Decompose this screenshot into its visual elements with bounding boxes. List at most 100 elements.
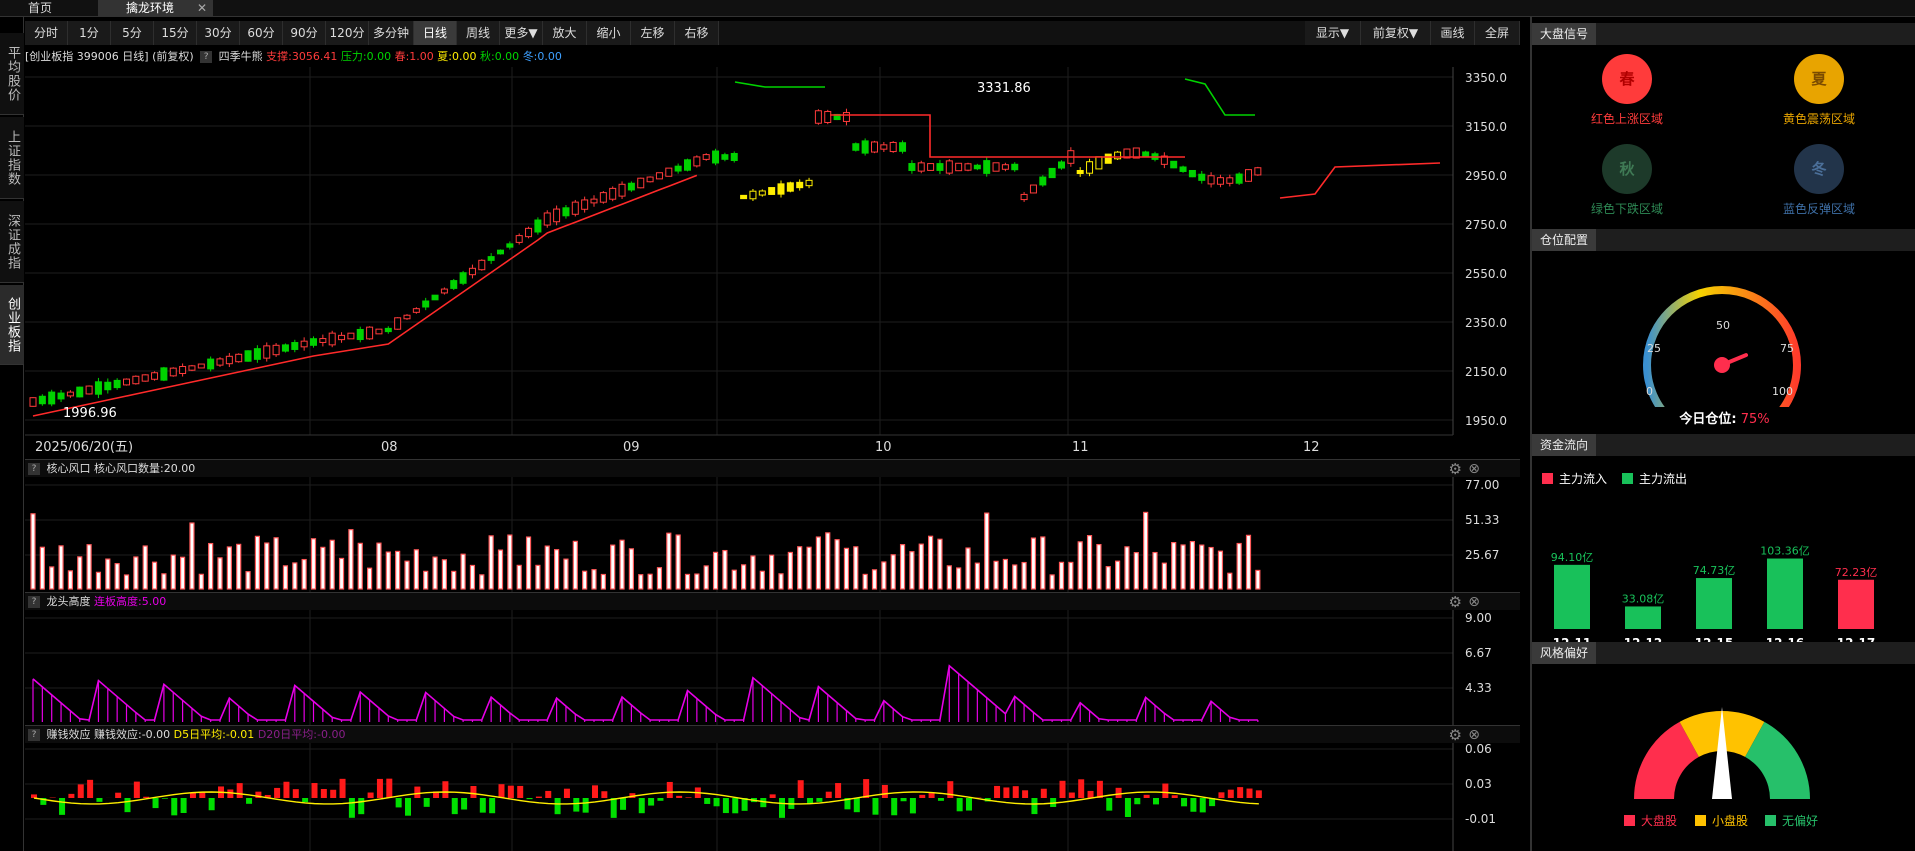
- autumn-value: 秋:0.00: [479, 50, 520, 63]
- wind-bar: [563, 558, 569, 590]
- draw-line-button[interactable]: 画线: [1431, 21, 1475, 45]
- legend-text: 无偏好: [1782, 814, 1819, 828]
- move-right-button[interactable]: 右移: [675, 21, 719, 45]
- wind-bar: [1040, 536, 1046, 590]
- gear-icon[interactable]: ⚙: [1449, 460, 1462, 478]
- candle: [805, 179, 813, 187]
- legend-swatch: [1695, 815, 1706, 826]
- wind-bar: [731, 569, 737, 590]
- period-button[interactable]: 30分: [197, 21, 240, 45]
- wind-bar: [507, 534, 513, 590]
- wind-bar: [151, 561, 158, 590]
- effect-bar: [937, 798, 944, 801]
- candle: [1076, 169, 1084, 175]
- gear-icon[interactable]: ⚙: [1449, 726, 1462, 744]
- wind-bar: [628, 548, 635, 590]
- nav-item-shenzhen[interactable]: 深证成指: [0, 201, 24, 283]
- candle: [38, 395, 46, 405]
- position-title: 仓位配置: [1532, 229, 1597, 251]
- period-button[interactable]: 5分: [111, 21, 154, 45]
- flow-value-label: 74.73亿: [1693, 564, 1736, 577]
- candle: [347, 332, 355, 340]
- period-button[interactable]: 90分: [283, 21, 326, 45]
- more-dropdown[interactable]: 更多▼: [500, 21, 543, 45]
- fullscreen-button[interactable]: 全屏: [1475, 21, 1520, 45]
- effect-bar: [545, 790, 552, 798]
- zoom-in-button[interactable]: 放大: [543, 21, 587, 45]
- tab-qinlong[interactable]: 擒龙环境 ✕: [98, 0, 213, 17]
- candle: [992, 162, 1000, 172]
- candle: [281, 344, 289, 352]
- effect-bar: [956, 798, 963, 812]
- effect-bar: [358, 798, 365, 815]
- period-button[interactable]: 1分: [68, 21, 111, 45]
- nav-item-shanghai[interactable]: 上证指数: [0, 117, 24, 199]
- candle: [459, 272, 467, 284]
- effect-bar: [517, 785, 524, 798]
- close-icon[interactable]: ⊗: [1468, 460, 1480, 478]
- candle: [712, 150, 720, 164]
- help-icon[interactable]: ?: [28, 596, 40, 608]
- wind-bar: [666, 532, 672, 590]
- effect-bar: [451, 798, 458, 815]
- candle: [927, 163, 935, 171]
- wind-bar: [1255, 569, 1261, 590]
- candle: [1086, 161, 1094, 174]
- effect-bar: [891, 798, 898, 816]
- y-tick: 1950.0: [1465, 414, 1507, 428]
- panel-header-core-wind: ? 核心风口 核心风口数量:20.00 ⚙ ⊗: [25, 459, 1520, 478]
- candle: [497, 249, 504, 255]
- period-button[interactable]: 多分钟: [369, 21, 414, 45]
- wind-bar: [273, 537, 279, 590]
- tab-home[interactable]: 首页: [0, 0, 88, 17]
- wind-bar: [1124, 546, 1130, 590]
- wind-bar: [1208, 546, 1214, 590]
- wind-bar: [553, 549, 560, 590]
- flow-bar: [1696, 578, 1732, 629]
- candlestick-chart[interactable]: 3350.0 3150.0 2950.0 2750.0 2550.0 2350.…: [25, 67, 1520, 457]
- candle: [66, 391, 74, 397]
- period-button[interactable]: 15分: [154, 21, 197, 45]
- nav-item-chinext[interactable]: 创业板指: [0, 285, 24, 365]
- nav-item-average-price[interactable]: 平均股价: [0, 33, 24, 115]
- support-line: [830, 114, 1185, 158]
- wind-bar: [385, 551, 391, 590]
- effect-bar: [171, 798, 178, 816]
- period-button[interactable]: 60分: [240, 21, 283, 45]
- wind-bar: [30, 513, 36, 590]
- period-button-daily[interactable]: 日线: [414, 21, 457, 45]
- candle: [338, 334, 346, 341]
- wind-bar: [161, 573, 167, 590]
- move-left-button[interactable]: 左移: [631, 21, 675, 45]
- candle: [861, 140, 869, 154]
- legend-no-preference: 无偏好: [1765, 812, 1818, 829]
- candle: [581, 199, 589, 210]
- wind-bar: [610, 544, 616, 590]
- close-icon[interactable]: ⊗: [1468, 726, 1480, 744]
- close-icon[interactable]: ✕: [197, 0, 207, 17]
- effect-bar: [1255, 790, 1262, 798]
- display-dropdown[interactable]: 显示▼: [1305, 21, 1361, 45]
- help-icon[interactable]: ?: [28, 463, 40, 475]
- candle: [188, 365, 196, 371]
- period-button[interactable]: 分时: [25, 21, 68, 45]
- period-button[interactable]: 120分: [326, 21, 369, 45]
- flow-value-label: 72.23亿: [1835, 566, 1878, 579]
- effect-bar: [797, 780, 804, 798]
- candle: [394, 317, 402, 330]
- adjust-dropdown[interactable]: 前复权▼: [1361, 21, 1431, 45]
- effect-bar: [563, 788, 570, 798]
- candle: [721, 154, 729, 160]
- candle: [1095, 156, 1103, 170]
- help-icon[interactable]: ?: [28, 729, 40, 741]
- zoom-out-button[interactable]: 缩小: [587, 21, 631, 45]
- candle: [197, 363, 205, 369]
- wind-bar: [226, 546, 232, 590]
- candle: [300, 340, 308, 348]
- help-icon[interactable]: ?: [200, 51, 213, 63]
- candle: [29, 397, 37, 407]
- close-icon[interactable]: ⊗: [1468, 593, 1480, 611]
- period-button[interactable]: 周线: [457, 21, 500, 45]
- gear-icon[interactable]: ⚙: [1449, 593, 1462, 611]
- flow-header: 资金流向: [1532, 434, 1915, 456]
